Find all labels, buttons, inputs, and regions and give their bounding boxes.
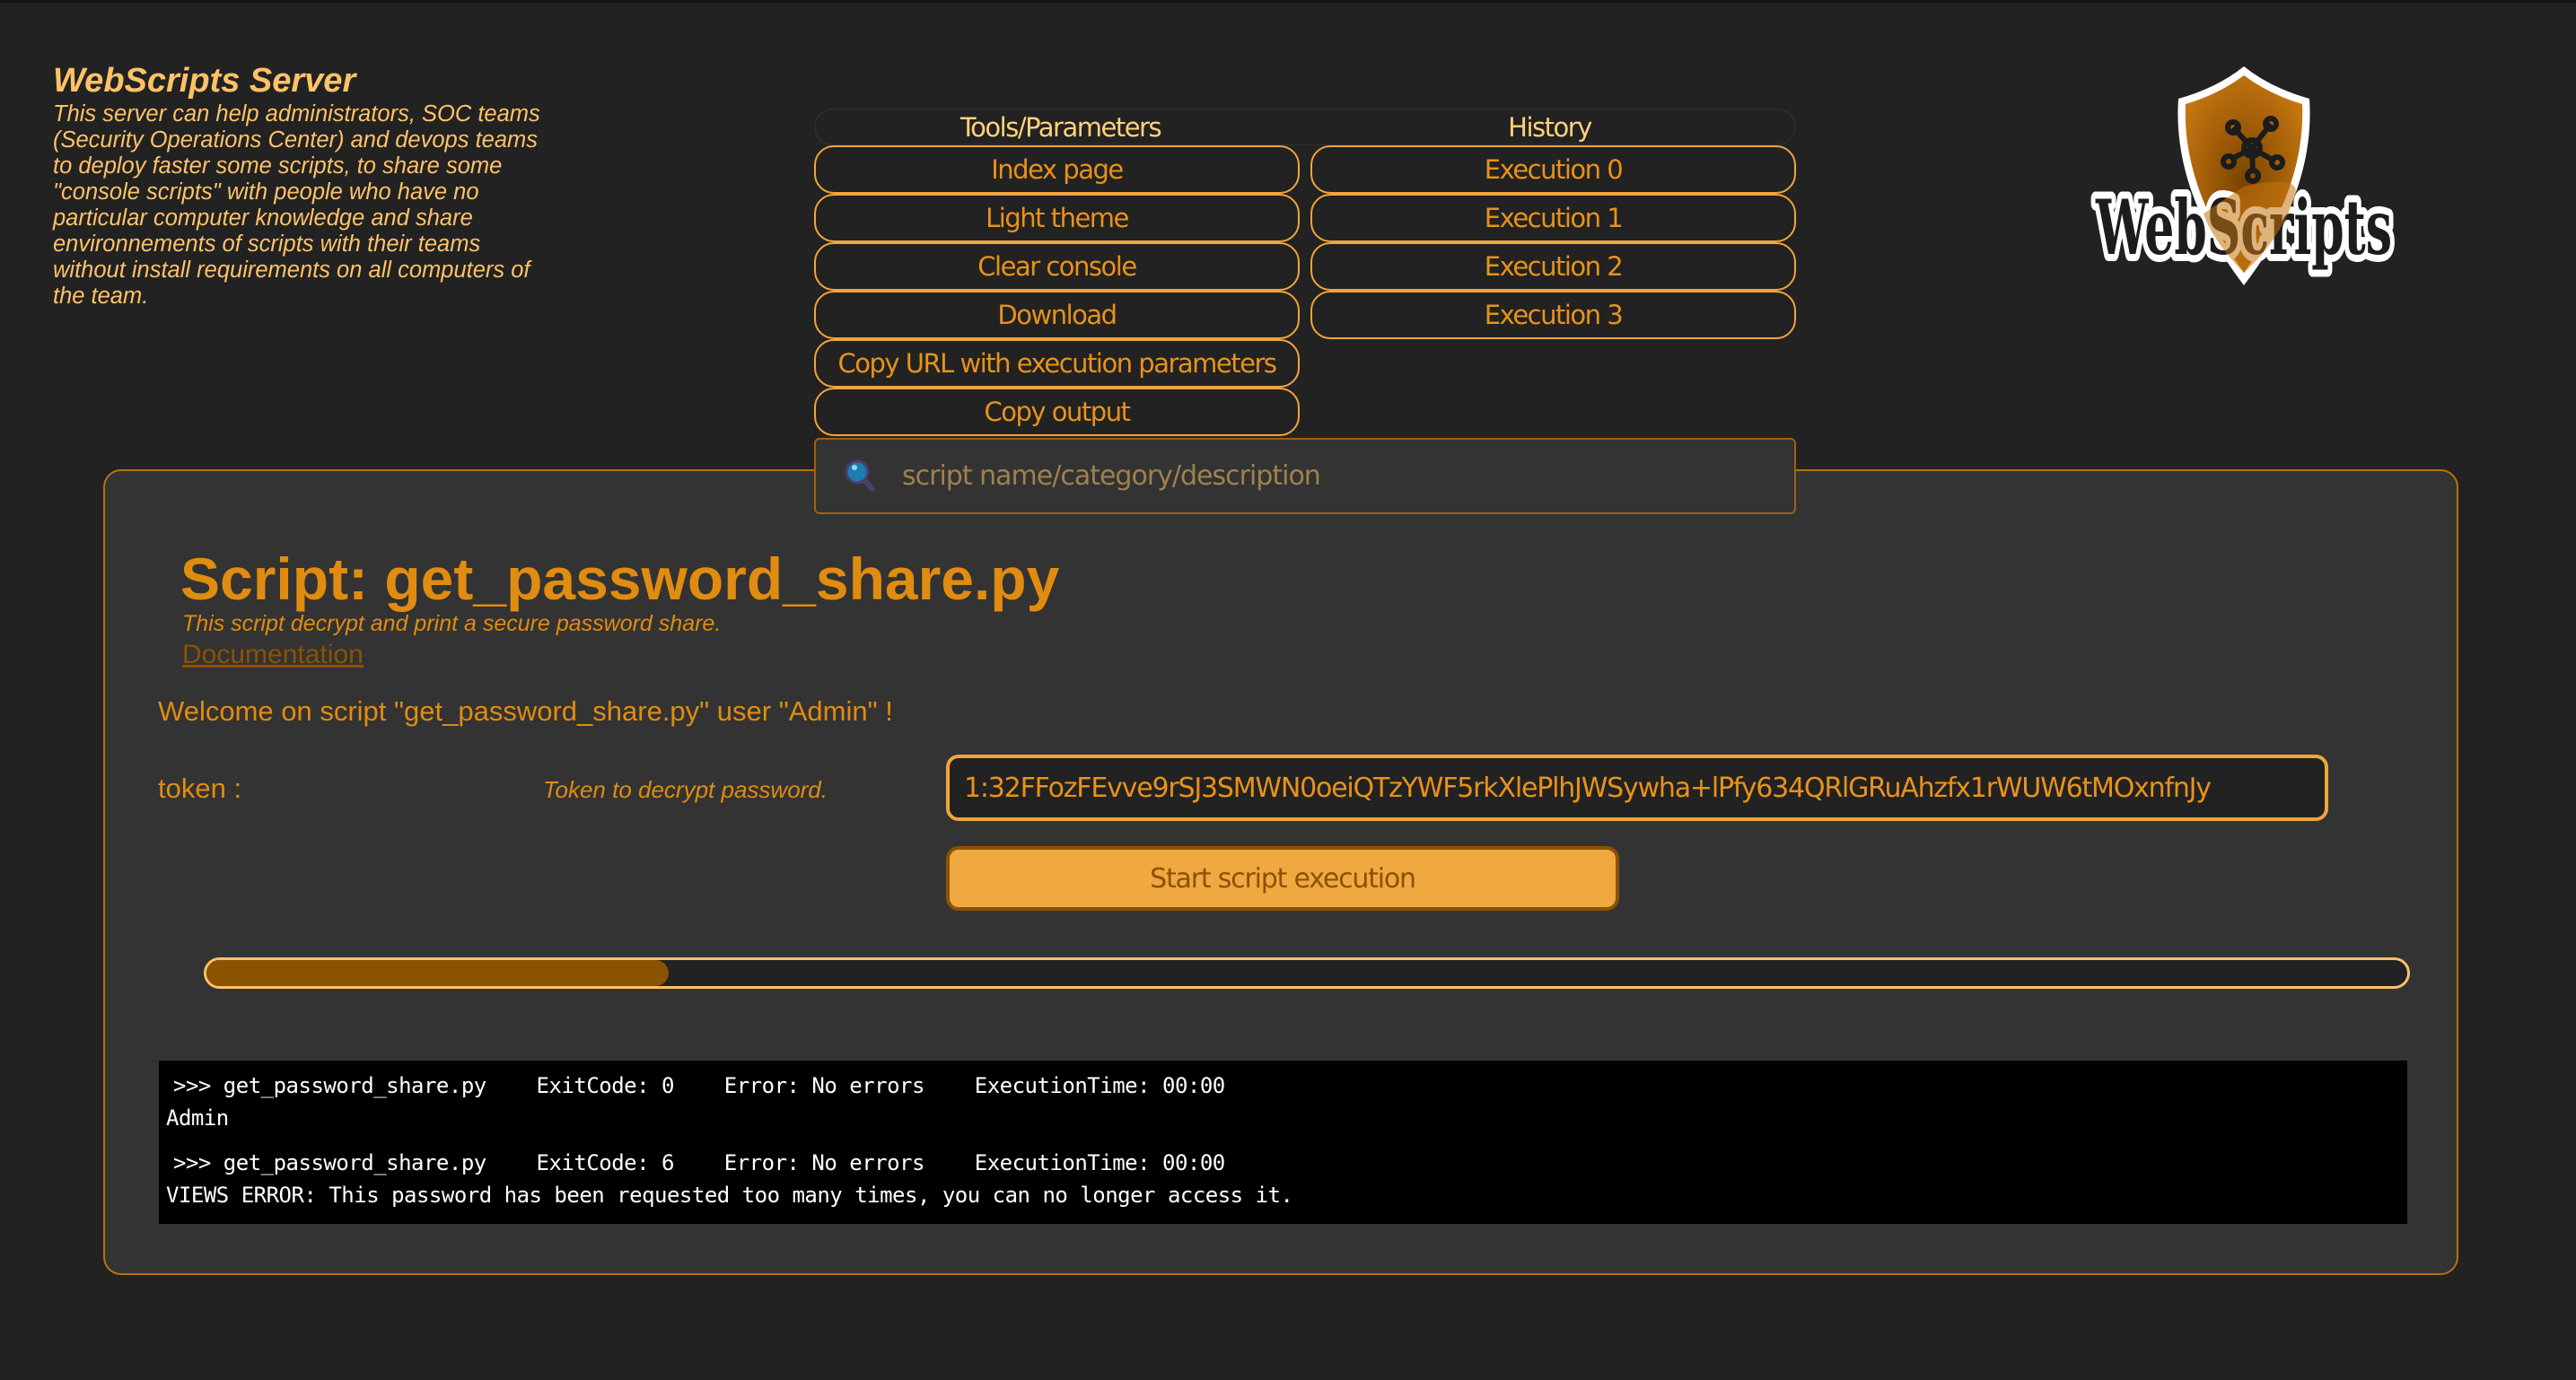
- history-execution-2[interactable]: Execution 2: [1310, 242, 1796, 291]
- site-title: WebScripts Server: [53, 62, 356, 100]
- console-output: >>> get_password_share.py ExitCode: 0 Er…: [159, 1061, 2407, 1224]
- history-column: Execution 0 Execution 1 Execution 2 Exec…: [1310, 145, 1796, 436]
- history-execution-1[interactable]: Execution 1: [1310, 194, 1796, 242]
- clear-console-button[interactable]: Clear console: [814, 242, 1300, 291]
- console-output-line: VIEWS ERROR: This password has been requ…: [166, 1183, 1293, 1208]
- download-button[interactable]: Download: [814, 291, 1300, 339]
- script-title: Script: get_password_share.py: [180, 546, 1060, 612]
- nav-header: Tools/Parameters History: [814, 109, 1796, 145]
- tools-column: Index page Light theme Clear console Dow…: [814, 145, 1300, 436]
- search-bar: [814, 438, 1796, 514]
- console-output-line: Admin: [166, 1105, 229, 1131]
- light-theme-button[interactable]: Light theme: [814, 194, 1300, 242]
- token-input[interactable]: [946, 755, 2328, 821]
- tools-header: Tools/Parameters: [959, 111, 1162, 143]
- script-description: This script decrypt and print a secure p…: [182, 611, 722, 636]
- token-label: token :: [158, 773, 242, 804]
- script-panel: Script: get_password_share.py This scrip…: [103, 469, 2458, 1275]
- welcome-message: Welcome on script "get_password_share.py…: [158, 695, 893, 727]
- progress-bar: [204, 957, 2410, 989]
- start-script-button[interactable]: Start script execution: [946, 846, 1619, 911]
- history-execution-3[interactable]: Execution 3: [1310, 291, 1796, 339]
- progress-fill: [206, 960, 669, 986]
- search-input[interactable]: [900, 459, 1712, 493]
- index-page-button[interactable]: Index page: [814, 145, 1300, 194]
- navigation-menu: Tools/Parameters History Index page Ligh…: [814, 109, 1796, 436]
- copy-output-button[interactable]: Copy output: [814, 388, 1300, 436]
- console-entry: >>> get_password_share.py ExitCode: 0 Er…: [166, 1070, 2400, 1134]
- history-execution-0[interactable]: Execution 0: [1310, 145, 1796, 194]
- history-header: History: [1508, 111, 1592, 143]
- shield-network-icon: WebScripts WebScripts: [2088, 66, 2399, 285]
- documentation-link[interactable]: Documentation: [182, 640, 364, 670]
- copy-url-button[interactable]: Copy URL with execution parameters: [814, 339, 1300, 388]
- console-command-line: >>> get_password_share.py ExitCode: 0 Er…: [173, 1073, 1225, 1098]
- console-command-line: >>> get_password_share.py ExitCode: 6 Er…: [173, 1150, 1225, 1175]
- site-description: This server can help administrators, SOC…: [53, 101, 540, 309]
- console-entry: >>> get_password_share.py ExitCode: 6 Er…: [166, 1147, 2400, 1211]
- token-description: Token to decrypt password.: [543, 776, 828, 803]
- magnifier-icon: [845, 459, 875, 492]
- webscripts-logo: WebScripts WebScripts: [2087, 61, 2401, 308]
